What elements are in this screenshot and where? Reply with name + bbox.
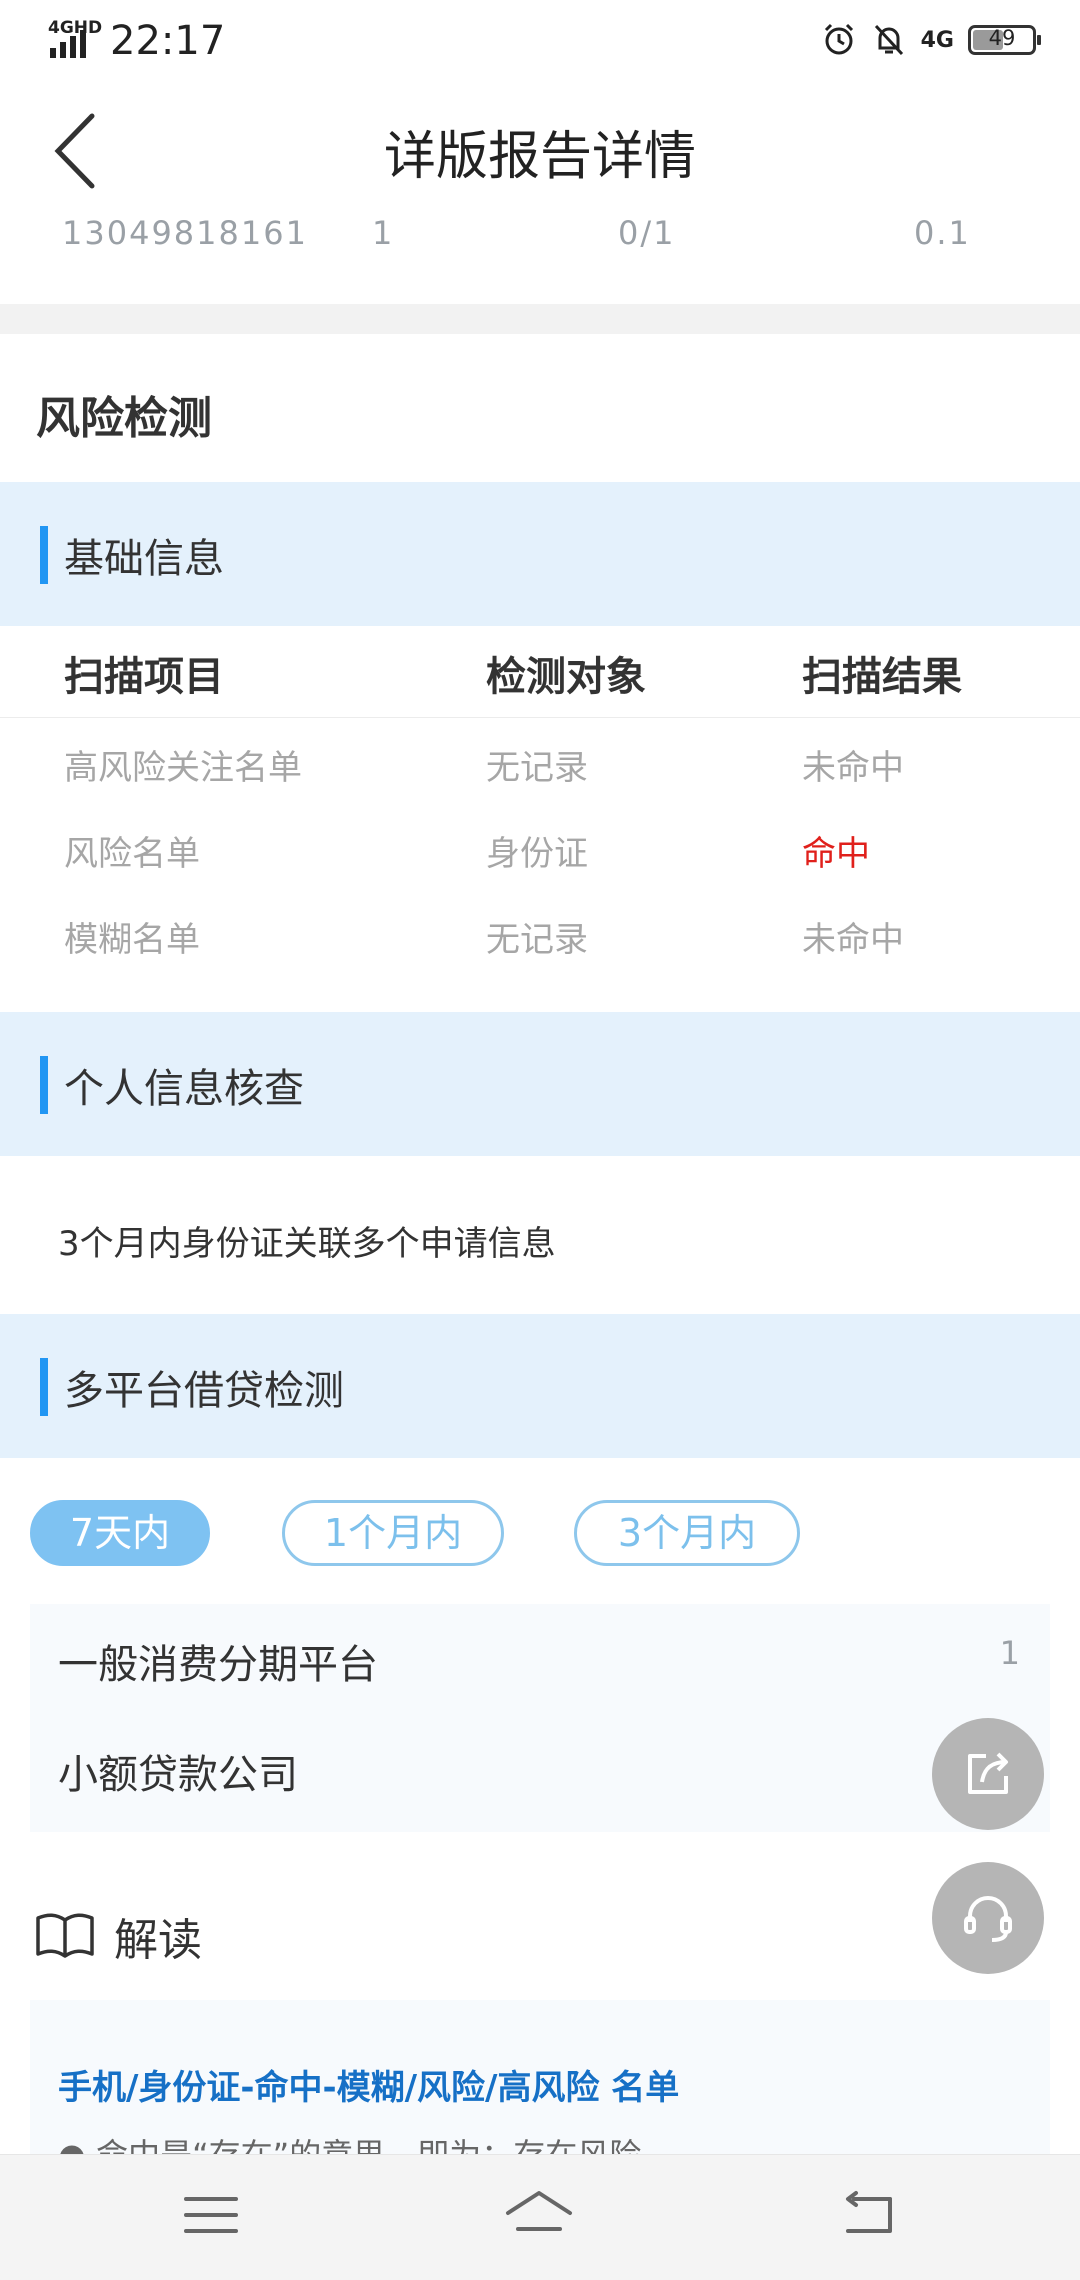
title-bar: 详版报告详情 (0, 86, 1080, 214)
band-multi-platform: 多平台借贷检测 (0, 1314, 1080, 1458)
summary-score: 0.1 (914, 214, 971, 252)
back-icon (846, 2191, 892, 2233)
section-divider (0, 304, 1080, 334)
row-item: 模糊名单 (64, 920, 200, 960)
row-result: 未命中 (802, 748, 904, 788)
home-button[interactable] (504, 2185, 574, 2245)
col-header-result: 扫描结果 (802, 654, 962, 700)
summary-ratio: 0/1 (618, 214, 676, 252)
row-result-hit: 命中 (802, 834, 870, 874)
table-row: 高风险关注名单 无记录 未命中 (0, 722, 1080, 808)
band-title: 多平台借贷检测 (64, 1368, 344, 1414)
band-personal-check: 个人信息核查 (0, 1012, 1080, 1156)
row-item: 风险名单 (64, 834, 200, 874)
back-nav-button[interactable] (834, 2185, 904, 2245)
loan-platform-list: 一般消费分期平台 1 小额贷款公司 (30, 1604, 1050, 1832)
row-target: 无记录 (486, 920, 588, 960)
band-accent (40, 1358, 48, 1416)
tab-3-months[interactable]: 3个月内 (574, 1500, 800, 1566)
tab-7-days[interactable]: 7天内 (30, 1500, 210, 1566)
band-basic-info: 基础信息 (0, 482, 1080, 626)
list-item[interactable]: 小额贷款公司 (30, 1714, 1050, 1824)
row-target: 无记录 (486, 748, 588, 788)
status-right: 4G 49 (821, 22, 1041, 58)
summary-row: 13049818161 1 0/1 0.1 (0, 214, 1080, 260)
band-accent (40, 1056, 48, 1114)
interpretation-title: 解读 (114, 1915, 202, 1966)
battery-icon: 49 (968, 25, 1041, 55)
summary-count: 1 (372, 214, 395, 252)
menu-icon (184, 2197, 238, 2233)
table-row: 风险名单 身份证 命中 (0, 808, 1080, 894)
row-item: 高风险关注名单 (64, 748, 302, 788)
col-header-target: 检测对象 (486, 654, 646, 700)
book-icon (36, 1913, 94, 1958)
personal-check-text: 3个月内身份证关联多个申请信息 (58, 1224, 556, 1264)
summary-phone: 13049818161 (62, 214, 308, 252)
home-icon (506, 2191, 572, 2231)
band-title: 基础信息 (64, 536, 224, 582)
table-header: 扫描项目 检测对象 扫描结果 (0, 626, 1080, 718)
row-target: 身份证 (486, 834, 588, 874)
platform-count: 1 (999, 1634, 1020, 1672)
interpretation-card: 手机/身份证-命中-模糊/风险/高风险 名单 ● 命中是“存在”的意思，即为：存… (30, 2000, 1050, 2160)
list-item[interactable]: 一般消费分期平台 1 (30, 1604, 1050, 1714)
table-row: 模糊名单 无记录 未命中 (0, 894, 1080, 980)
platform-name: 一般消费分期平台 (58, 1642, 378, 1688)
row-result: 未命中 (802, 920, 904, 960)
band-title: 个人信息核查 (64, 1066, 304, 1112)
interpretation-heading: 手机/身份证-命中-模糊/风险/高风险 名单 (58, 2068, 680, 2108)
section-heading-risk: 风险检测 (36, 393, 212, 444)
period-tabs: 7天内 1个月内 3个月内 (0, 1500, 1080, 1568)
headset-icon (964, 1896, 1012, 1942)
alarm-icon (824, 23, 853, 55)
customer-service-button[interactable] (932, 1862, 1044, 1974)
tab-1-month[interactable]: 1个月内 (282, 1500, 504, 1566)
band-accent (40, 526, 48, 584)
network-4g: 4G (920, 27, 954, 53)
network-type: 4GHD (48, 18, 103, 38)
status-bar: 4GHD 22:17 4G 49 (0, 0, 1080, 86)
share-button[interactable] (932, 1718, 1044, 1830)
system-nav-bar (0, 2154, 1080, 2280)
col-header-item: 扫描项目 (64, 654, 224, 700)
platform-name: 小额贷款公司 (58, 1752, 298, 1798)
page-title: 详版报告详情 (383, 127, 696, 187)
share-icon (968, 1752, 1008, 1794)
mute-bell-icon (874, 24, 903, 56)
clock: 22:17 (110, 18, 226, 64)
menu-button[interactable] (176, 2185, 246, 2245)
battery-percent: 49 (988, 26, 1016, 50)
report-detail-screen: 4GHD 22:17 4G 49 详版报告详情 13049818161 1 0/… (0, 0, 1080, 2280)
